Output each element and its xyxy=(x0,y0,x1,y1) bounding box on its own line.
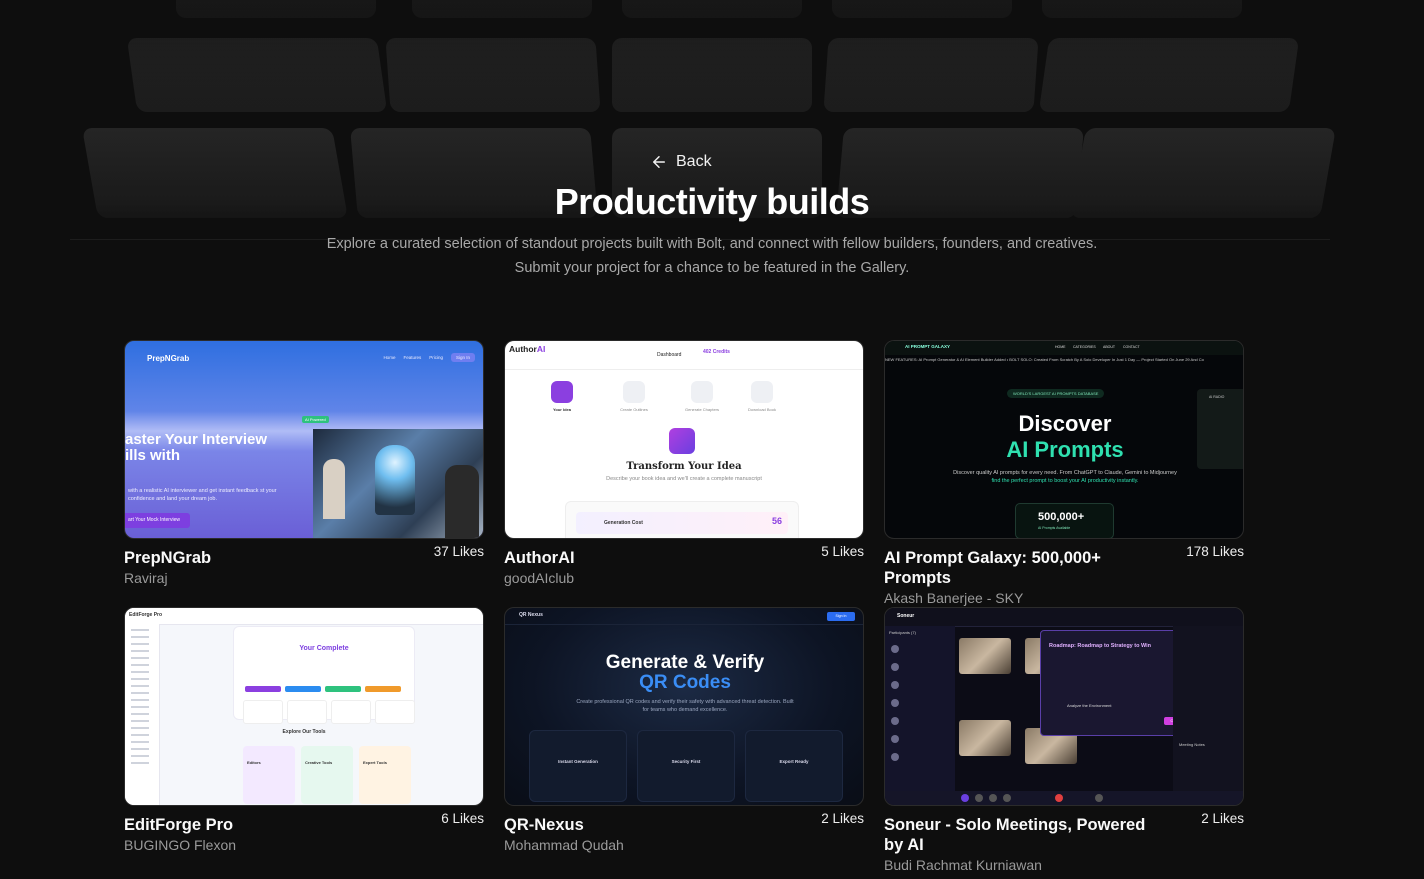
project-author: Raviraj xyxy=(124,570,168,586)
page-subtitle: Explore a curated selection of standout … xyxy=(326,236,1098,276)
project-thumbnail[interactable]: AuthorAI Dashboard 402 Credits Your Idea… xyxy=(504,340,864,539)
project-author: Budi Rachmat Kurniawan xyxy=(884,857,1042,873)
thumb-photo xyxy=(313,429,483,538)
project-author: Akash Banerjee - SKY xyxy=(884,590,1024,606)
thumb-badge: AI Powered xyxy=(302,416,329,423)
likes-count: 2 Likes xyxy=(821,811,864,826)
likes-count: 178 Likes xyxy=(1186,544,1244,559)
likes-count: 2 Likes xyxy=(1201,811,1244,826)
project-thumbnail[interactable]: EditForge Pro Your Complete 25+ 0 Unlimi… xyxy=(124,607,484,806)
thumb-logo: AuthorAI xyxy=(509,344,546,354)
project-card: QR Nexus Sign In Generate & Verify QR Co… xyxy=(504,607,864,853)
project-title[interactable]: Soneur - Solo Meetings, Powered by AI xyxy=(884,815,1169,855)
thumb-headline: aster Your Interview ills with xyxy=(125,431,268,464)
likes-count: 6 Likes xyxy=(441,811,484,826)
likes-count: 5 Likes xyxy=(821,544,864,559)
page-title: Productivity builds xyxy=(554,181,870,222)
thumb-desc: with a realistic AI interviewer and get … xyxy=(128,488,277,502)
project-title[interactable]: AI Prompt Galaxy: 500,000+ Prompts xyxy=(884,548,1169,588)
project-title[interactable]: QR-Nexus xyxy=(504,815,789,835)
project-card: EditForge Pro Your Complete 25+ 0 Unlimi… xyxy=(124,607,484,853)
project-thumbnail[interactable]: PrepNGrab Home Features Pricing Sign In ast… xyxy=(124,340,484,539)
likes-count: 37 Likes xyxy=(433,544,484,559)
project-title[interactable]: PrepNGrab xyxy=(124,548,409,568)
project-title[interactable]: AuthorAI xyxy=(504,548,789,568)
project-card: AuthorAI Dashboard 402 Credits Your Idea… xyxy=(504,340,864,586)
back-label: Back xyxy=(676,153,712,170)
arrow-left-icon xyxy=(653,156,665,168)
back-button[interactable]: Back xyxy=(650,150,712,174)
project-author: BUGINGO Flexon xyxy=(124,837,237,853)
project-card: PrepNGrab Home Features Pricing Sign In ast… xyxy=(124,340,484,586)
project-thumbnail[interactable]: Soneur Participants (7) Roadmap: Roadmap… xyxy=(884,607,1244,806)
thumb-logo: PrepNGrab xyxy=(147,354,190,363)
project-thumbnail[interactable]: QR Nexus Sign In Generate & Verify QR Co… xyxy=(504,607,864,806)
thumb-heading: Generate & Verify xyxy=(605,652,765,673)
project-author: goodAIclub xyxy=(504,570,575,586)
project-title[interactable]: EditForge Pro xyxy=(124,815,409,835)
project-thumbnail[interactable]: AI PROMPT GALAXY HOME CATEGORIES ABOUT C… xyxy=(884,340,1244,539)
thumb-heading: Discover xyxy=(1018,411,1112,436)
project-card: AI PROMPT GALAXY HOME CATEGORIES ABOUT C… xyxy=(884,340,1244,606)
thumb-heading: Transform Your Idea xyxy=(626,461,742,472)
project-card: Soneur Participants (7) Roadmap: Roadmap… xyxy=(884,607,1244,873)
thumb-nav: Home Features Pricing Sign In xyxy=(383,353,475,362)
thumb-cta: art Your Mock Interview xyxy=(125,513,190,528)
thumb-sub: Describe your book idea and we'll create… xyxy=(606,476,762,482)
project-author: Mohammad Qudah xyxy=(504,837,624,853)
lightbulb-icon xyxy=(669,428,695,454)
